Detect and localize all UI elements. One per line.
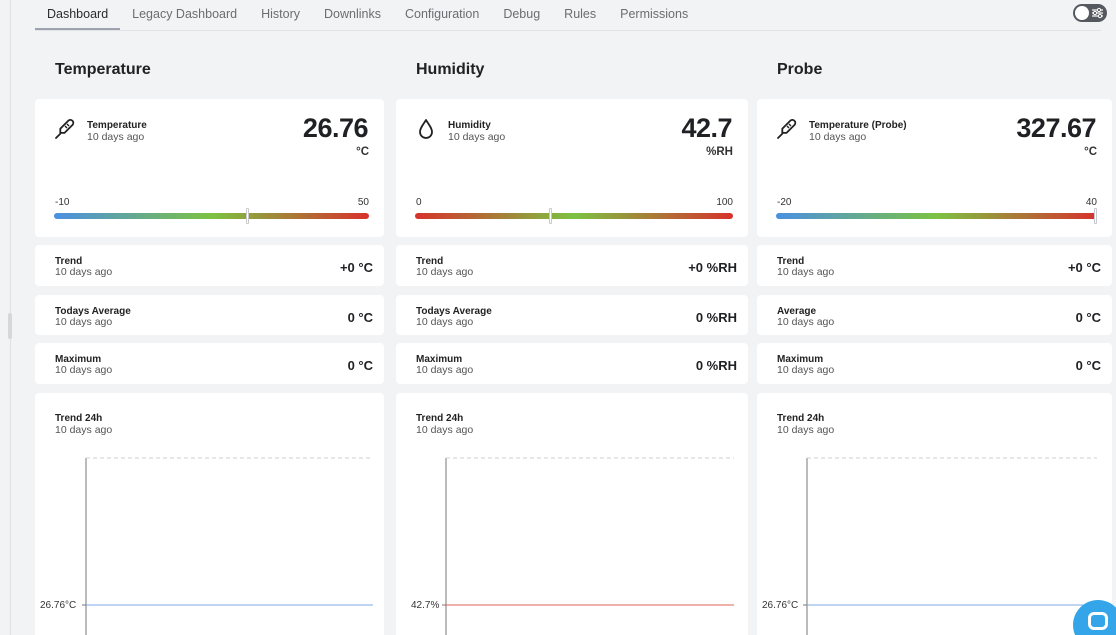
tab-history[interactable]: History (249, 0, 312, 30)
sensor-name: Temperature (87, 120, 147, 131)
toggle-knob (1075, 6, 1089, 20)
stat-timestamp: 10 days ago (55, 266, 113, 278)
stat-timestamp: 10 days ago (55, 316, 113, 328)
trend-chart: 26.76°C (40, 457, 373, 635)
sensor-name: Temperature (Probe) (809, 120, 907, 131)
gauge-bar (415, 213, 733, 219)
sensor-value: 26.76 (302, 113, 369, 143)
stat-timestamp: 10 days ago (777, 266, 835, 278)
tab-legacy-dashboard[interactable]: Legacy Dashboard (120, 0, 249, 30)
gauge-bar (54, 213, 369, 219)
trend-chart-card-temperature[interactable]: Trend 24h 10 days ago 26.76°C (35, 393, 384, 635)
thermometer-icon (777, 119, 797, 139)
main-sensor-card-probe[interactable]: Temperature (Probe) 10 days ago 327.67 °… (757, 99, 1112, 237)
gauge-marker (549, 208, 553, 224)
stat-card-trend[interactable]: Trend 10 days ago +0 °C (757, 245, 1112, 286)
trend-chart-card-humidity[interactable]: Trend 24h 10 days ago 42.7% (396, 393, 748, 635)
gauge-marker (245, 208, 249, 224)
stat-value: 0 %RH (695, 358, 737, 373)
sliders-icon (1092, 7, 1103, 19)
sensor-timestamp: 10 days ago (448, 131, 506, 143)
main-sensor-card-humidity[interactable]: Humidity 10 days ago 42.7 %RH 0 100 (396, 99, 748, 237)
chart-value-label: 26.76°C (40, 600, 76, 611)
gauge-bar (776, 213, 1097, 219)
column-title-humidity: Humidity (416, 61, 485, 78)
tab-permissions[interactable]: Permissions (608, 0, 700, 30)
stat-timestamp: 10 days ago (416, 364, 474, 376)
sensor-unit: °C (1084, 146, 1097, 158)
tab-dashboard[interactable]: Dashboard (35, 0, 121, 30)
stat-value: +0 %RH (688, 260, 737, 275)
stat-timestamp: 10 days ago (416, 266, 474, 278)
stat-value: 0 °C (347, 358, 373, 373)
sensor-value: 327.67 (1016, 113, 1096, 143)
sensor-unit: %RH (706, 146, 733, 158)
chart-value-label: 26.76°C (762, 600, 798, 611)
left-rail (0, 0, 20, 635)
main-sensor-card-temperature[interactable]: Temperature 10 days ago 26.76 °C -10 50 (35, 99, 384, 237)
chart-value-label: 42.7% (411, 600, 439, 611)
gauge-min-label: -10 (55, 197, 70, 208)
gauge-max-label: 100 (716, 197, 733, 208)
stat-card-todays-average[interactable]: Todays Average 10 days ago 0 °C (35, 295, 384, 335)
stat-card-trend[interactable]: Trend 10 days ago +0 %RH (396, 245, 748, 286)
trend-chart: 42.7% (411, 457, 734, 635)
stat-card-trend[interactable]: Trend 10 days ago +0 °C (35, 245, 384, 286)
chat-icon (1088, 612, 1108, 630)
sensor-unit: °C (356, 146, 369, 158)
column-title-probe: Probe (777, 61, 823, 78)
droplet-icon (419, 119, 433, 139)
stat-card-maximum[interactable]: Maximum 10 days ago 0 °C (757, 343, 1112, 384)
tab-configuration[interactable]: Configuration (393, 0, 491, 30)
sensor-timestamp: 10 days ago (87, 131, 145, 143)
gauge-min-label: 0 (416, 197, 422, 208)
sensor-timestamp: 10 days ago (809, 131, 867, 143)
thermometer-icon (55, 119, 75, 139)
gauge-max-label: 40 (1085, 197, 1097, 208)
tab-debug[interactable]: Debug (491, 0, 552, 30)
stat-value: 0 %RH (695, 310, 737, 325)
sidebar-resize-handle[interactable] (8, 313, 12, 339)
tab-rules[interactable]: Rules (552, 0, 608, 30)
sensor-name: Humidity (448, 120, 491, 131)
stat-value: 0 °C (1075, 358, 1101, 373)
stat-card-todays-average[interactable]: Todays Average 10 days ago 0 %RH (396, 295, 748, 335)
gauge-marker (1094, 208, 1097, 224)
tab-bar: Dashboard Legacy Dashboard History Downl… (35, 0, 1101, 31)
stat-timestamp: 10 days ago (777, 364, 835, 376)
stat-value: 0 °C (1075, 310, 1101, 325)
trend-chart: 26.76°C (762, 457, 1097, 635)
stat-timestamp: 10 days ago (777, 316, 835, 328)
stat-value: +0 °C (339, 260, 373, 275)
stat-card-average[interactable]: Average 10 days ago 0 °C (757, 295, 1112, 335)
stat-card-maximum[interactable]: Maximum 10 days ago 0 %RH (396, 343, 748, 384)
stat-value: +0 °C (1067, 260, 1101, 275)
trend-chart-card-probe[interactable]: Trend 24h 10 days ago 26.76°C (757, 393, 1112, 635)
stat-timestamp: 10 days ago (416, 316, 474, 328)
stat-value: 0 °C (347, 310, 373, 325)
gauge-max-label: 50 (357, 197, 369, 208)
tab-downlinks[interactable]: Downlinks (312, 0, 393, 30)
sensor-value: 42.7 (681, 113, 732, 143)
gauge-min-label: -20 (777, 197, 792, 208)
stat-timestamp: 10 days ago (55, 364, 113, 376)
stat-card-maximum[interactable]: Maximum 10 days ago 0 °C (35, 343, 384, 384)
column-title-temperature: Temperature (55, 61, 151, 78)
settings-toggle[interactable] (1073, 4, 1107, 22)
